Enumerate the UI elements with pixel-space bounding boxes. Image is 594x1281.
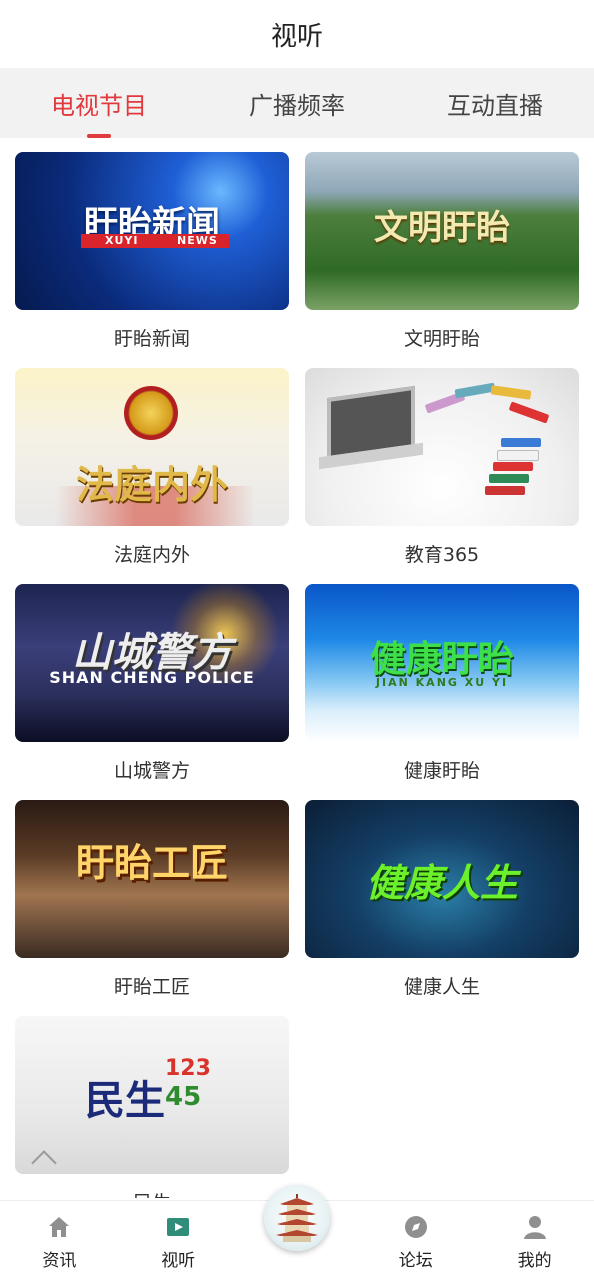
tabbar-item-forum[interactable]: 论坛 xyxy=(356,1201,475,1281)
book-icon xyxy=(508,401,550,424)
program-caption: 盱眙新闻 xyxy=(113,328,190,350)
thumbnail-sub-left: XUYI xyxy=(105,234,139,247)
program-grid: 盱眙新闻 XUYI NEWS 盱眙新闻 文明盱眙 文明盱眙 法庭内外 法庭内外 xyxy=(0,152,594,1200)
program-caption: 盱眙工匠 xyxy=(113,976,190,998)
tabbar-item-mine[interactable]: 我的 xyxy=(475,1201,594,1281)
program-card-healthy-life[interactable]: 健康人生 健康人生 xyxy=(305,800,579,999)
program-thumbnail[interactable]: 文明盱眙 xyxy=(305,152,579,310)
program-card-education-365[interactable]: 教育365 xyxy=(305,368,579,567)
program-card-civilized-xuyi[interactable]: 文明盱眙 文明盱眙 xyxy=(305,152,579,351)
bottom-tab-bar: 资讯 视听 论坛 我的 xyxy=(0,1185,594,1281)
thumbnail-title: 民生 xyxy=(85,1077,165,1124)
book-icon xyxy=(497,450,539,461)
tabbar-label: 我的 xyxy=(517,1251,552,1271)
program-card-craftsman[interactable]: 盱眙工匠 盱眙工匠 xyxy=(15,800,289,999)
thumbnail-number-top: 123 xyxy=(165,1056,211,1081)
page-title: 视听 xyxy=(0,0,594,68)
tabbar-item-news[interactable]: 资讯 xyxy=(0,1201,119,1281)
book-icon xyxy=(493,462,533,471)
thumbnail-title: 健康盱眙 xyxy=(369,638,514,680)
book-icon xyxy=(454,382,496,399)
thumbnail-title: 健康人生 xyxy=(365,860,518,905)
pagoda-icon xyxy=(275,1194,318,1242)
program-caption: 山城警方 xyxy=(113,760,190,782)
program-caption: 文明盱眙 xyxy=(403,328,480,350)
tabbar-item-center[interactable] xyxy=(238,1185,357,1281)
program-card-health-xuyi[interactable]: 健康盱眙 JIAN KANG XU YI 健康盱眙 xyxy=(305,584,579,783)
thumbnail-title: 文明盱眙 xyxy=(374,208,510,248)
home-icon xyxy=(49,1217,70,1237)
thumbnail-title: 盱眙工匠 xyxy=(75,840,228,885)
program-card-police[interactable]: 山城警方 SHAN CHENG POLICE 山城警方 xyxy=(15,584,289,783)
program-thumbnail[interactable]: 盱眙工匠 xyxy=(15,800,289,958)
program-thumbnail[interactable]: 盱眙新闻 XUYI NEWS xyxy=(15,152,289,310)
program-thumbnail[interactable]: 民生 123 45 xyxy=(15,1016,289,1174)
program-caption: 健康盱眙 xyxy=(403,760,480,782)
thumbnail-subtitle: SHAN CHENG POLICE xyxy=(49,668,255,687)
compass-icon xyxy=(404,1216,427,1238)
tabbar-label: 视听 xyxy=(161,1251,196,1271)
book-icon xyxy=(489,474,529,483)
program-thumbnail[interactable] xyxy=(305,368,579,526)
thumbnail-sub-right: NEWS xyxy=(177,234,218,247)
thumbnail-number-bottom: 45 xyxy=(165,1082,202,1112)
program-caption: 民生 xyxy=(15,1188,289,1198)
book-icon xyxy=(485,486,525,495)
book-icon xyxy=(490,385,532,400)
user-icon xyxy=(523,1216,546,1239)
program-card-livelihood[interactable]: 民生 123 45 民生 xyxy=(15,1016,289,1198)
thumbnail-band: XUYI NEWS xyxy=(81,234,229,248)
program-thumbnail[interactable]: 健康人生 xyxy=(305,800,579,958)
chevron-up-icon xyxy=(31,1150,57,1174)
court-emblem-icon xyxy=(124,386,178,440)
program-thumbnail[interactable]: 健康盱眙 JIAN KANG XU YI xyxy=(305,584,579,742)
thumbnail-subtitle: JIAN KANG XU YI xyxy=(375,676,509,689)
program-caption: 法庭内外 xyxy=(113,544,190,566)
tab-tv-programs[interactable]: 电视节目 xyxy=(0,68,198,138)
tab-live-interactive[interactable]: 互动直播 xyxy=(396,68,594,138)
tabbar-item-audiovisual[interactable]: 视听 xyxy=(119,1201,238,1281)
book-icon xyxy=(501,438,541,447)
tabbar-label: 论坛 xyxy=(398,1251,433,1271)
video-icon xyxy=(167,1218,190,1236)
program-caption: 教育365 xyxy=(404,544,480,566)
pagoda-logo-icon[interactable] xyxy=(263,1185,330,1251)
program-card-court[interactable]: 法庭内外 法庭内外 xyxy=(15,368,289,567)
program-thumbnail[interactable]: 山城警方 SHAN CHENG POLICE xyxy=(15,584,289,742)
program-caption: 健康人生 xyxy=(403,976,480,998)
tab-radio-frequency[interactable]: 广播频率 xyxy=(198,68,396,138)
program-card-xuyi-news[interactable]: 盱眙新闻 XUYI NEWS 盱眙新闻 xyxy=(15,152,289,351)
program-tabs: 电视节目 广播频率 互动直播 xyxy=(0,68,594,138)
program-thumbnail[interactable]: 法庭内外 xyxy=(15,368,289,526)
tabbar-label: 资讯 xyxy=(42,1251,77,1271)
thumbnail-title: 法庭内外 xyxy=(75,462,228,507)
